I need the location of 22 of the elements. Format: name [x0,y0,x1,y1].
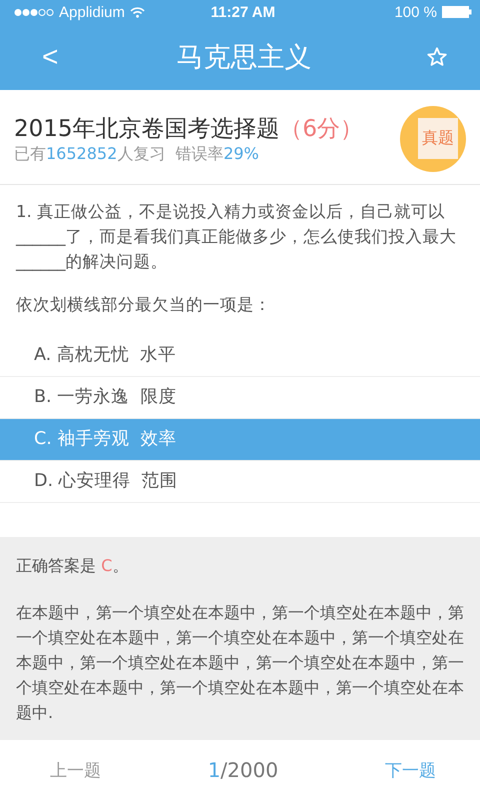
previous-button[interactable]: 上一题 [44,758,107,782]
review-stats: 已有1652852人复习 错误率29% [14,144,260,164]
back-button[interactable]: < [36,41,64,73]
status-time: 11:27 AM [210,4,276,20]
page-title: 马克思主义 [176,41,312,75]
next-button[interactable]: 下一题 [379,758,442,782]
answer-option[interactable]: C. 袖手旁观 效率 [0,419,480,461]
battery-icon [442,6,472,18]
explanation-text: 在本题中，第一个填空处在本题中，第一个填空处在本题中，第一个填空处在本题中，第一个填空处在本题中，第一个填空处在本题中，第一个填空处在本题中，第一个填空处在本题中，第一个填空处在本题中，第一个填空处在本题中，第一个填空处在本题中. [16,602,464,724]
question-text: 1. 真正做公益，不是说投入精力或资金以后，自己就可以______了，而是看我们真正能做多少，怎么使我们投入最大______的解决问题。 [16,201,458,273]
wifi-icon [130,6,145,18]
star-icon [426,46,448,68]
correct-answer: 正确答案是 C。 [16,555,130,577]
question-prompt: 依次划横线部分最欠当的一项是： [16,294,272,316]
signal-icon [14,8,54,16]
answer-option[interactable]: A. 高枕无忧 水平 [0,335,480,377]
carrier-name: Applidium [59,4,125,20]
exam-badge: 真题 [400,106,466,172]
page-counter: 1/2000 [208,758,278,782]
answer-option[interactable]: D. 心安理得 范围 [0,461,480,503]
exam-title: 2015年北京卷国考选择题（6分） [14,114,364,144]
battery-percent: 100 % [394,4,437,20]
